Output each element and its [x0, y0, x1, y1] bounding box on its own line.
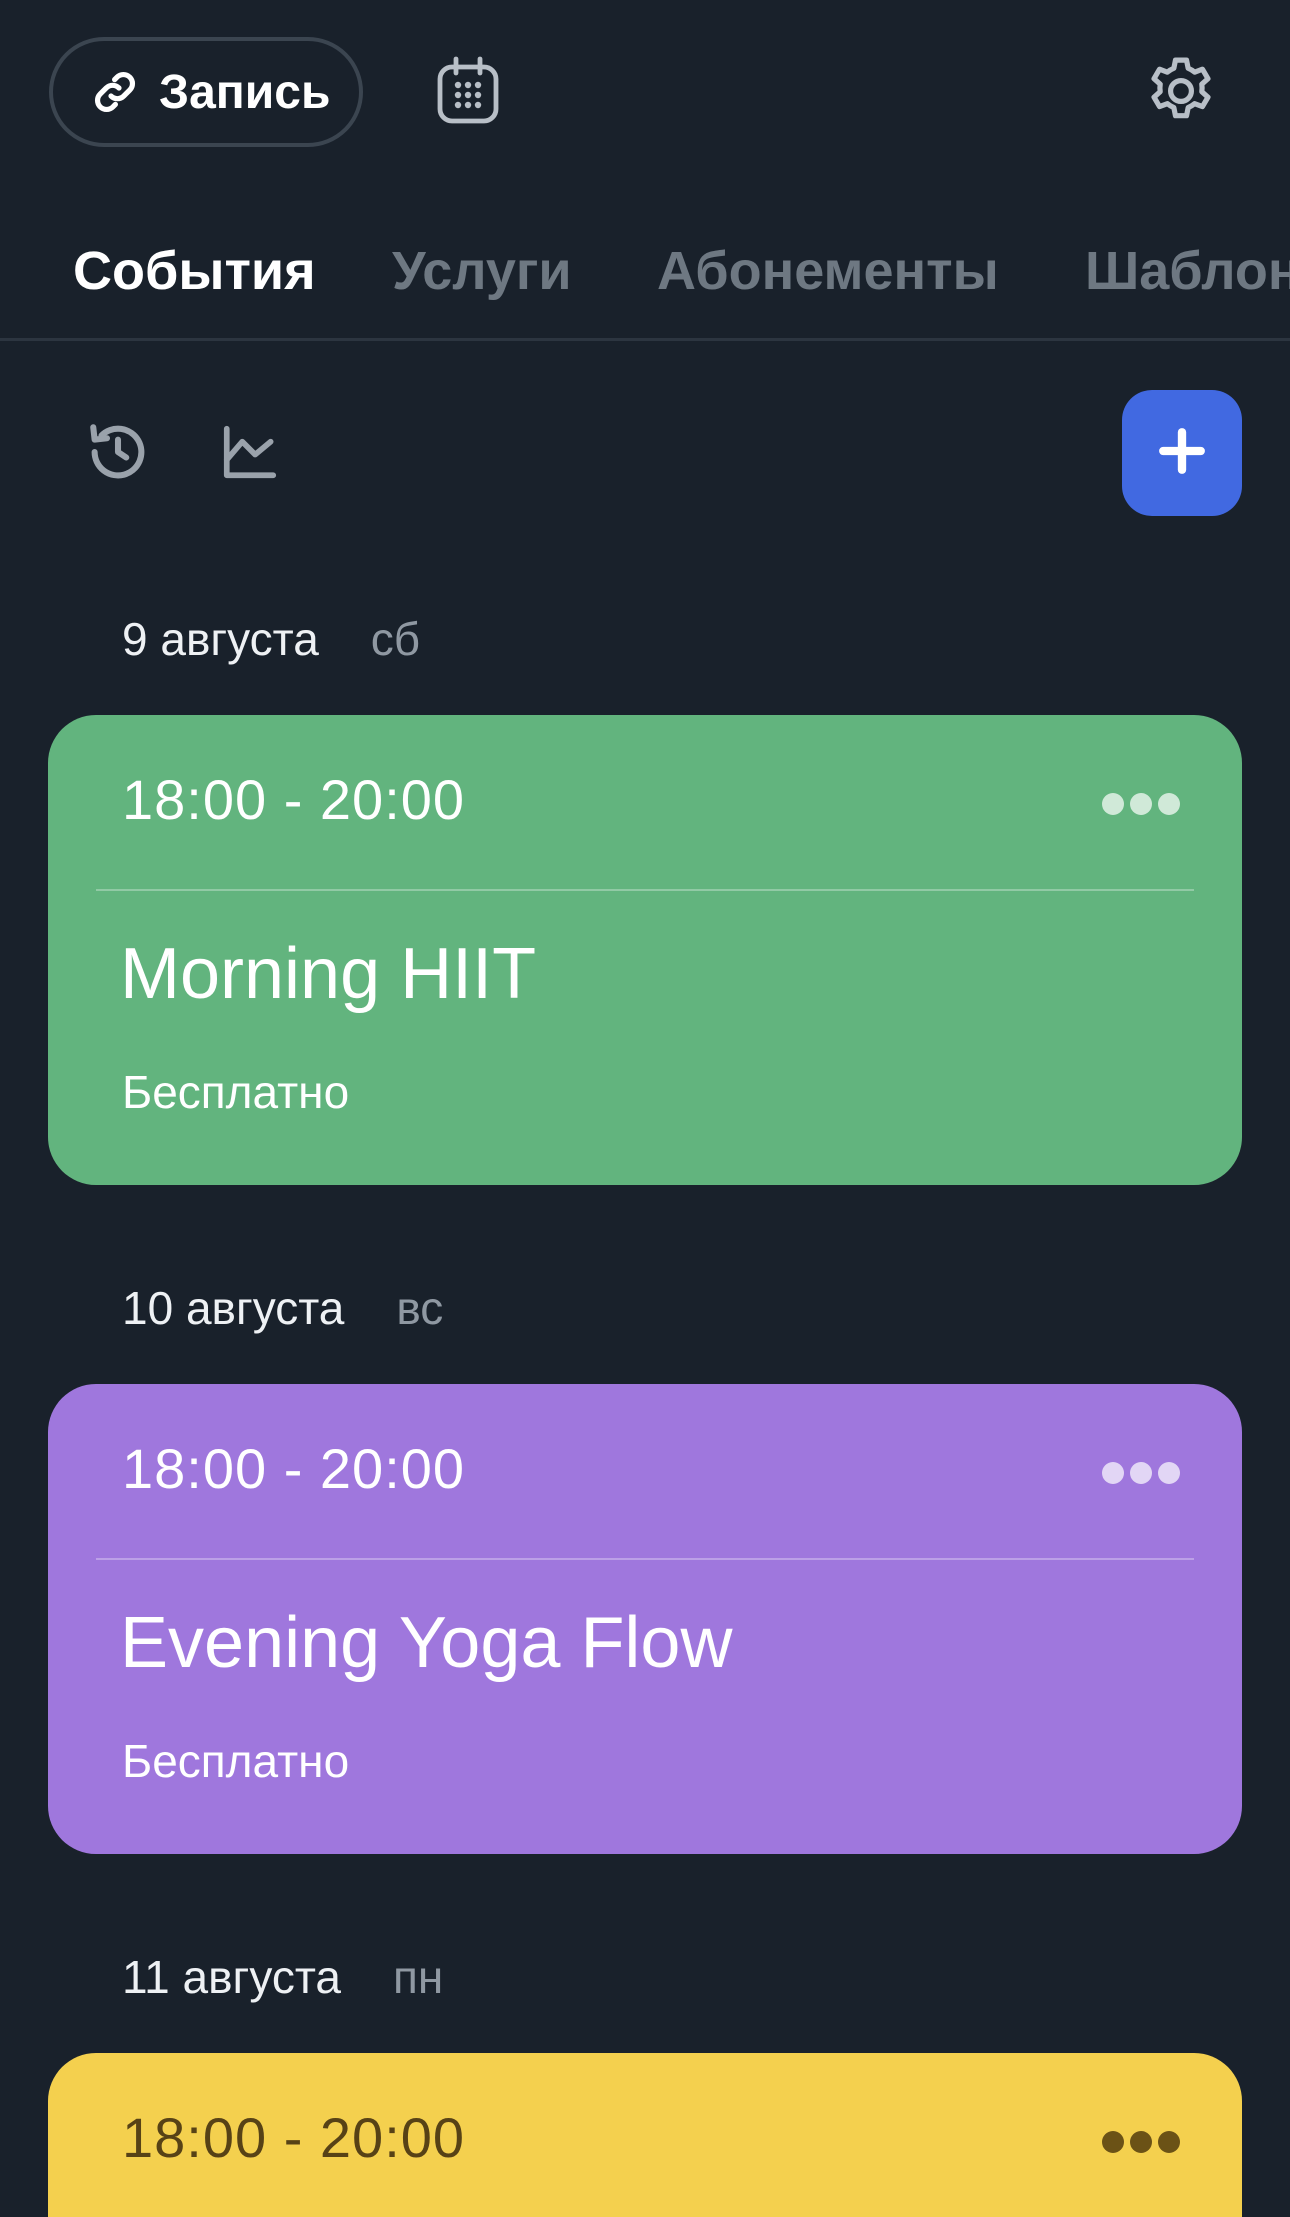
statistics-button[interactable]: [214, 418, 286, 490]
chart-icon: [219, 421, 281, 488]
more-options-icon[interactable]: [1102, 793, 1180, 815]
event-card[interactable]: 18:00 - 20:00 Morning HIIT Бесплатно: [48, 715, 1242, 1185]
gear-icon: [1142, 52, 1220, 135]
date-label: 10 августа: [122, 1282, 345, 1334]
link-icon: [91, 68, 139, 116]
event-title: Evening Yoga Flow: [120, 1603, 733, 1683]
calendar-icon: [434, 55, 502, 132]
event-card[interactable]: 18:00 - 20:00 Evening Yoga Flow Бесплатн…: [48, 1384, 1242, 1854]
date-header: 9 августа сб: [122, 612, 420, 666]
calendar-button[interactable]: [430, 55, 506, 131]
weekday-label: вс: [396, 1282, 444, 1334]
date-header: 10 августа вс: [122, 1281, 443, 1335]
top-bar: Запись: [0, 0, 1290, 190]
tab-templates[interactable]: Шаблоны: [1085, 240, 1290, 302]
tabs-divider: [0, 338, 1290, 341]
more-options-icon[interactable]: [1102, 1462, 1180, 1484]
card-divider: [96, 1558, 1194, 1560]
event-price: Бесплатно: [122, 1735, 350, 1787]
history-icon: [85, 419, 151, 490]
event-time: 18:00 - 20:00: [122, 1437, 466, 1500]
booking-link-label: Запись: [159, 65, 331, 119]
more-options-icon[interactable]: [1102, 2131, 1180, 2153]
date-header: 11 августа пн: [122, 1950, 443, 2004]
tab-services[interactable]: Услуги: [392, 240, 572, 302]
booking-link-button[interactable]: Запись: [49, 37, 363, 147]
tab-subscriptions[interactable]: Абонементы: [657, 240, 999, 302]
tab-bar: События Услуги Абонементы Шаблоны: [0, 190, 1290, 340]
event-price: Бесплатно: [122, 1066, 350, 1118]
settings-button[interactable]: [1140, 52, 1222, 134]
tab-events[interactable]: События: [73, 240, 316, 302]
event-time: 18:00 - 20:00: [122, 2106, 466, 2169]
plus-icon: [1157, 426, 1207, 481]
date-label: 11 августа: [122, 1951, 341, 2003]
date-label: 9 августа: [122, 613, 319, 665]
event-title: Morning HIIT: [120, 934, 537, 1014]
card-divider: [96, 889, 1194, 891]
weekday-label: сб: [370, 613, 421, 665]
event-card[interactable]: 18:00 - 20:00: [48, 2053, 1242, 2217]
add-event-button[interactable]: [1122, 390, 1242, 516]
event-time: 18:00 - 20:00: [122, 768, 466, 831]
history-button[interactable]: [82, 418, 154, 490]
weekday-label: пн: [392, 1951, 444, 2003]
